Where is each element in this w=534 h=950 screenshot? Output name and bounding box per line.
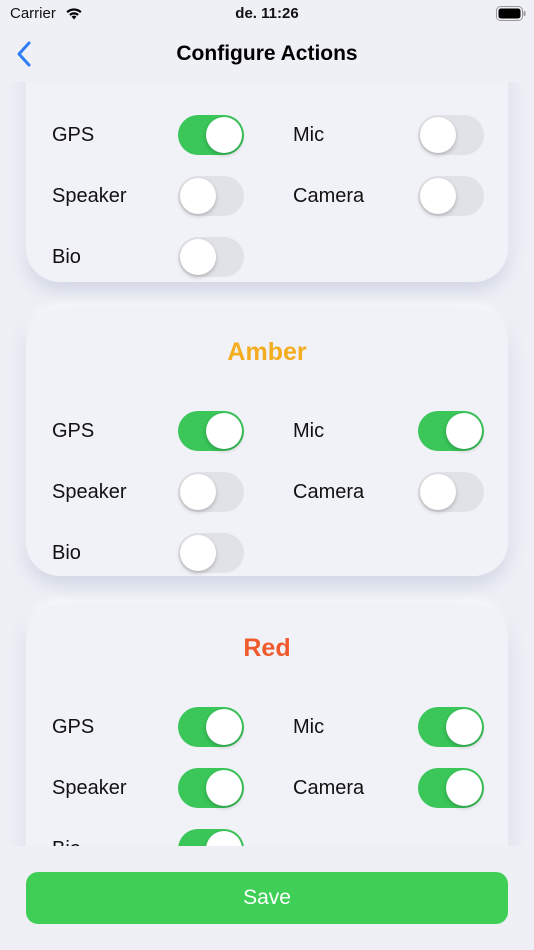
speaker-toggle[interactable] (178, 768, 244, 808)
gps-label: GPS (52, 124, 95, 146)
speaker-toggle[interactable] (178, 472, 244, 512)
toggle-knob (180, 474, 216, 510)
toggle-knob (206, 117, 242, 153)
actions-scroll-area[interactable]: GPS Mic Speaker Camera Bio Amber GPS Mic Speaker… (0, 82, 534, 846)
mic-label: Mic (293, 716, 325, 738)
card-red: Red GPS Mic Speaker Camera Bio (26, 604, 508, 846)
gps-toggle[interactable] (178, 115, 244, 155)
toggle-knob (206, 831, 242, 846)
bio-toggle[interactable] (178, 829, 244, 846)
mic-label: Mic (293, 124, 325, 146)
camera-toggle[interactable] (418, 768, 484, 808)
card-green: GPS Mic Speaker Camera Bio (26, 82, 508, 282)
gps-label: GPS (52, 420, 95, 442)
page-title: Configure Actions (176, 42, 358, 65)
bio-toggle[interactable] (178, 237, 244, 277)
toggle-knob (180, 178, 216, 214)
gps-toggle[interactable] (178, 707, 244, 747)
toggle-knob (206, 709, 242, 745)
mic-toggle[interactable] (418, 707, 484, 747)
toggle-knob (206, 413, 242, 449)
bio-toggle[interactable] (178, 533, 244, 573)
card-title: Red (243, 634, 291, 662)
save-button[interactable]: Save (26, 872, 508, 924)
card-title: Amber (227, 338, 307, 366)
camera-toggle[interactable] (418, 472, 484, 512)
camera-label: Camera (293, 777, 365, 799)
mic-toggle[interactable] (418, 411, 484, 451)
bio-label: Bio (52, 246, 81, 268)
gps-label: GPS (52, 716, 95, 738)
toggle-knob (420, 178, 456, 214)
bio-label: Bio (52, 838, 81, 846)
speaker-label: Speaker (52, 777, 127, 799)
camera-label: Camera (293, 481, 365, 503)
toggle-knob (420, 474, 456, 510)
mic-label: Mic (293, 420, 325, 442)
clock: de. 11:26 (235, 5, 299, 22)
card-amber: Amber GPS Mic Speaker Camera Bio (26, 308, 508, 576)
toggle-knob (446, 770, 482, 806)
toggle-knob (446, 709, 482, 745)
navigation-bar: Configure Actions (0, 30, 534, 80)
toggle-knob (180, 239, 216, 275)
toggle-knob (446, 413, 482, 449)
bio-label: Bio (52, 542, 81, 564)
speaker-label: Speaker (52, 481, 127, 503)
camera-toggle[interactable] (418, 176, 484, 216)
battery-icon (496, 6, 526, 21)
toggle-knob (180, 535, 216, 571)
status-bar: Carrier de. 11:26 (0, 0, 534, 30)
toggle-knob (420, 117, 456, 153)
camera-label: Camera (293, 185, 365, 207)
speaker-label: Speaker (52, 185, 127, 207)
gps-toggle[interactable] (178, 411, 244, 451)
mic-toggle[interactable] (418, 115, 484, 155)
speaker-toggle[interactable] (178, 176, 244, 216)
toggle-knob (206, 770, 242, 806)
